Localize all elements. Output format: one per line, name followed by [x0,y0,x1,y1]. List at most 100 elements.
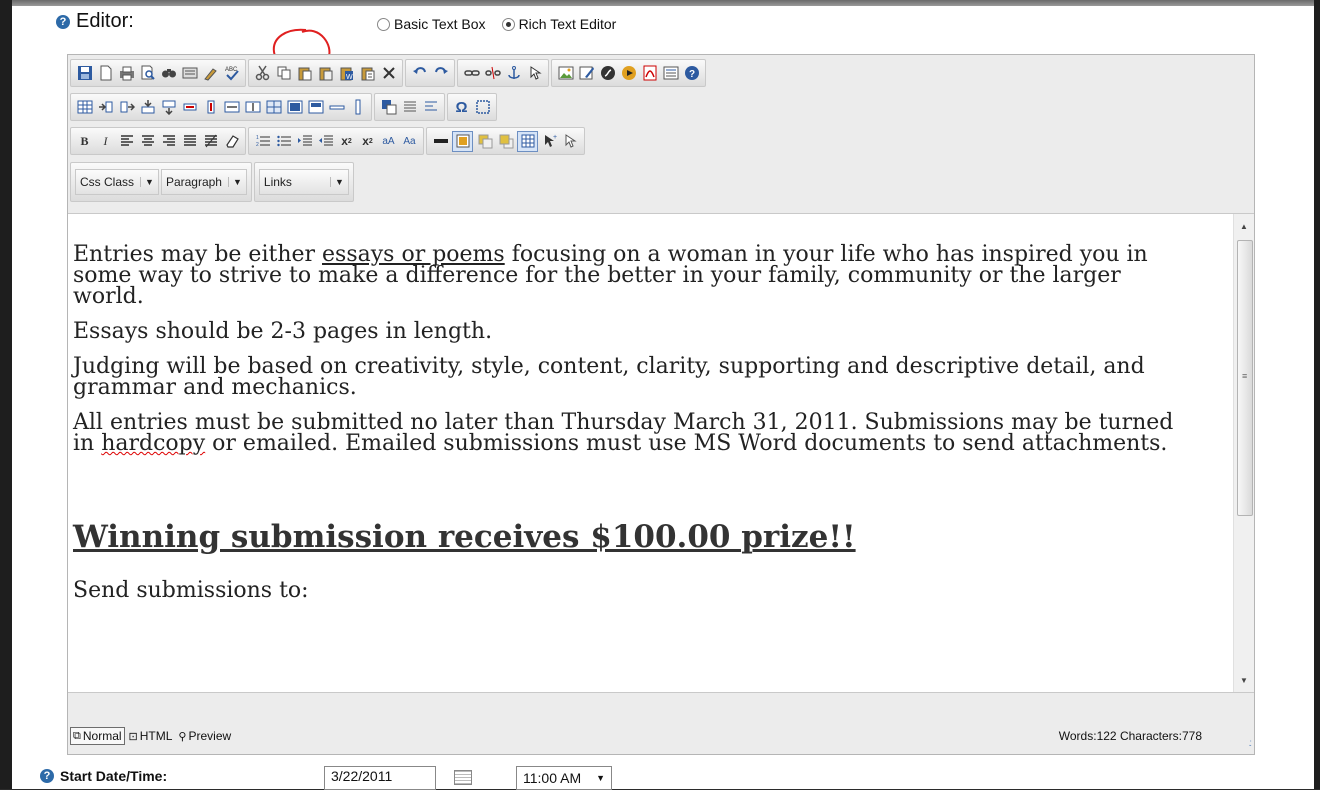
help-circle-icon[interactable]: ? [682,64,701,83]
merge-rows-icon[interactable] [243,98,262,117]
undo-icon[interactable] [410,64,429,83]
module-manager-icon[interactable] [379,98,398,117]
subscript-icon[interactable]: x2 [358,132,377,151]
delete-column-icon[interactable] [201,98,220,117]
remove-alignment-icon[interactable] [201,132,220,151]
send-to-back-icon[interactable] [496,132,515,151]
new-document-icon[interactable] [96,64,115,83]
pdf-icon[interactable] [640,64,659,83]
start-time-select[interactable]: 11:00 AM ▼ [516,766,612,790]
delete-icon[interactable] [379,64,398,83]
mode-tab-normal[interactable]: ⧉ Normal [70,727,125,745]
numbered-list-icon[interactable]: 12 [253,132,272,151]
image-editor-icon[interactable] [577,64,596,83]
table-properties-icon[interactable] [306,98,325,117]
decrease-font-size-icon[interactable]: aA [379,132,398,151]
toggle-grid-icon[interactable] [517,130,538,152]
toolbar-row-1: ABC W ? [70,59,706,87]
clear-formatting-icon[interactable] [222,132,241,151]
mode-tab-html[interactable]: ⊡ HTML [127,728,175,744]
start-date-input[interactable]: 3/22/2011 [324,766,436,790]
delete-row-icon[interactable] [180,98,199,117]
toggle-table-border-icon[interactable] [400,98,419,117]
content-scrollbar[interactable]: ▲ ≡ ▼ [1233,214,1254,692]
save-icon[interactable] [75,64,94,83]
media-manager-icon[interactable] [619,64,638,83]
paste-from-word-icon[interactable]: W [337,64,356,83]
copy-icon[interactable] [274,64,293,83]
toolbar-group-symbols: Ω [447,93,497,121]
merge-columns-icon[interactable] [222,98,241,117]
paragraph-dropdown[interactable]: Paragraph ▼ [160,169,247,195]
justify-icon[interactable] [180,132,199,151]
editor-content-area[interactable]: Entries may be either essays or poems fo… [68,213,1254,693]
radio-rich-text-editor[interactable] [501,17,515,31]
outdent-icon[interactable] [316,132,335,151]
image-manager-icon[interactable] [556,64,575,83]
bring-to-front-icon[interactable] [475,132,494,151]
insert-column-right-icon[interactable] [117,98,136,117]
radio-basic-text-box[interactable] [377,17,390,31]
misspelled-word[interactable]: hardcopy [101,431,205,456]
mode-tab-preview[interactable]: ⚲ Preview [176,728,233,744]
help-icon[interactable]: ? [56,14,70,29]
insert-row-above-icon[interactable] [138,98,157,117]
link-manager-icon[interactable] [525,64,544,83]
help-icon[interactable]: ? [40,769,54,783]
scroll-up-icon[interactable]: ▲ [1234,218,1254,236]
links-dropdown[interactable]: Links ▼ [258,169,349,195]
align-right-icon[interactable] [159,132,178,151]
cut-icon[interactable] [253,64,272,83]
align-left-icon[interactable] [117,132,136,151]
italic-icon[interactable]: I [96,132,115,151]
increase-font-size-icon[interactable]: Aa [400,132,419,151]
css-class-dropdown[interactable]: Css Class ▼ [75,169,159,195]
insert-column-left-icon[interactable] [96,98,115,117]
radio-basic-text-box-label[interactable]: Basic Text Box [394,16,486,32]
scroll-down-icon[interactable]: ▼ [1234,672,1254,690]
split-cell-icon[interactable] [264,98,283,117]
template-manager-icon[interactable] [661,64,680,83]
flash-manager-icon[interactable] [598,64,617,83]
split-cell-vertical-icon[interactable] [285,98,304,117]
print-icon[interactable] [117,64,136,83]
find-icon[interactable] [159,64,178,83]
replace-icon[interactable] [180,64,199,83]
cell-properties-icon[interactable] [327,98,346,117]
insert-form-element-icon[interactable] [473,98,492,117]
insert-table-icon[interactable] [75,98,94,117]
editor-label: ? Editor: [56,10,134,33]
horizontal-rule-icon[interactable] [431,132,450,151]
spell-check-icon[interactable]: ABC [222,64,241,83]
bold-icon[interactable]: B [75,132,94,151]
bulleted-list-icon[interactable] [274,132,293,151]
unlink-icon[interactable] [483,64,502,83]
special-characters-icon[interactable]: Ω [452,98,471,117]
format-painter-icon[interactable] [201,64,220,83]
toolbar-row-2: Ω [70,93,497,121]
paste-plain-text-icon[interactable] [316,64,335,83]
editor-document[interactable]: Entries may be either essays or poems fo… [73,244,1193,615]
absolute-position-icon[interactable]: + [540,132,559,151]
redo-icon[interactable] [431,64,450,83]
toolbar-group-dropdowns: Css Class ▼ Paragraph ▼ [70,162,252,202]
indent-icon[interactable] [295,132,314,151]
superscript-icon[interactable]: x2 [337,132,356,151]
radio-rich-text-editor-label[interactable]: Rich Text Editor [519,16,617,32]
select-element-icon[interactable] [561,132,580,151]
toolbar-group-lists: 12 x2 x2 aA Aa [248,127,424,155]
paste-icon[interactable] [295,64,314,83]
resize-grip-icon[interactable]: .: [1248,738,1251,749]
scroll-thumb[interactable]: ≡ [1237,240,1253,516]
print-preview-icon[interactable] [138,64,157,83]
align-center-icon[interactable] [138,132,157,151]
insert-paragraph-icon[interactable] [421,98,440,117]
toggle-full-screen-icon[interactable] [452,130,473,152]
hyperlink-icon[interactable] [462,64,481,83]
calendar-icon[interactable] [454,770,472,785]
delete-cell-icon[interactable] [348,98,367,117]
anchor-icon[interactable] [504,64,523,83]
insert-row-below-icon[interactable] [159,98,178,117]
paste-html-icon[interactable] [358,64,377,83]
svg-text:?: ? [689,69,695,80]
